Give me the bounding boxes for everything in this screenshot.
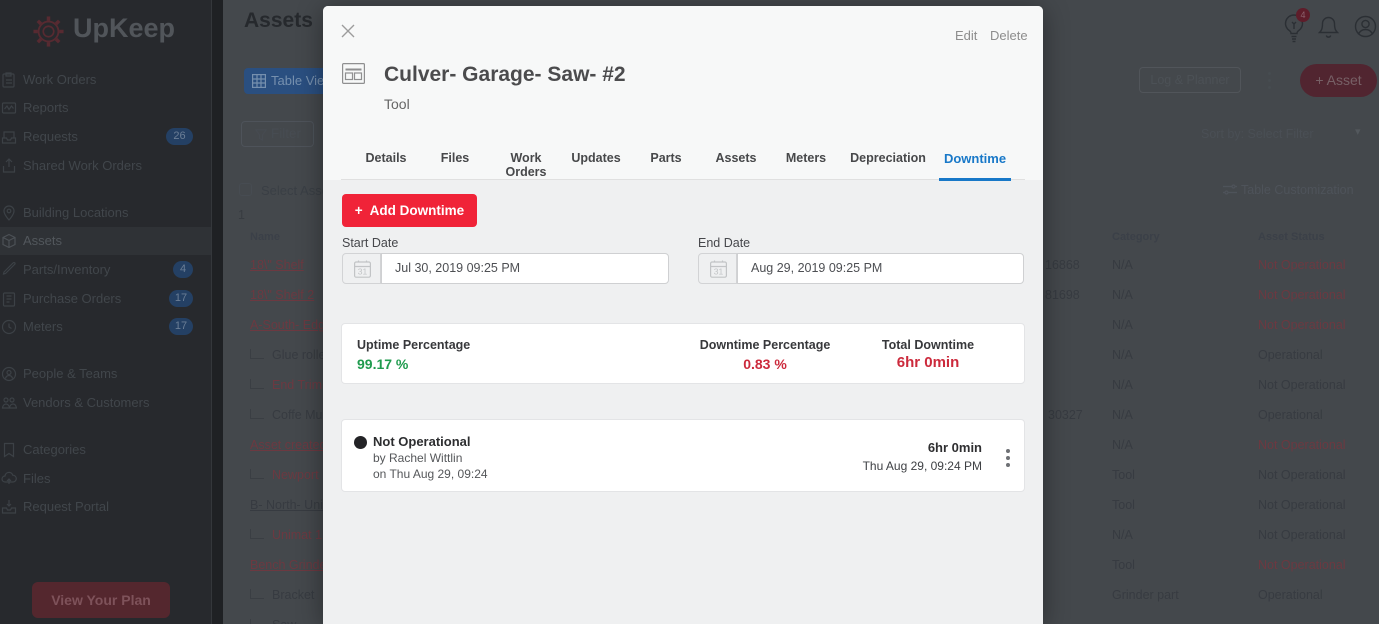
svg-text:31: 31 bbox=[358, 267, 368, 277]
svg-text:31: 31 bbox=[714, 267, 724, 277]
